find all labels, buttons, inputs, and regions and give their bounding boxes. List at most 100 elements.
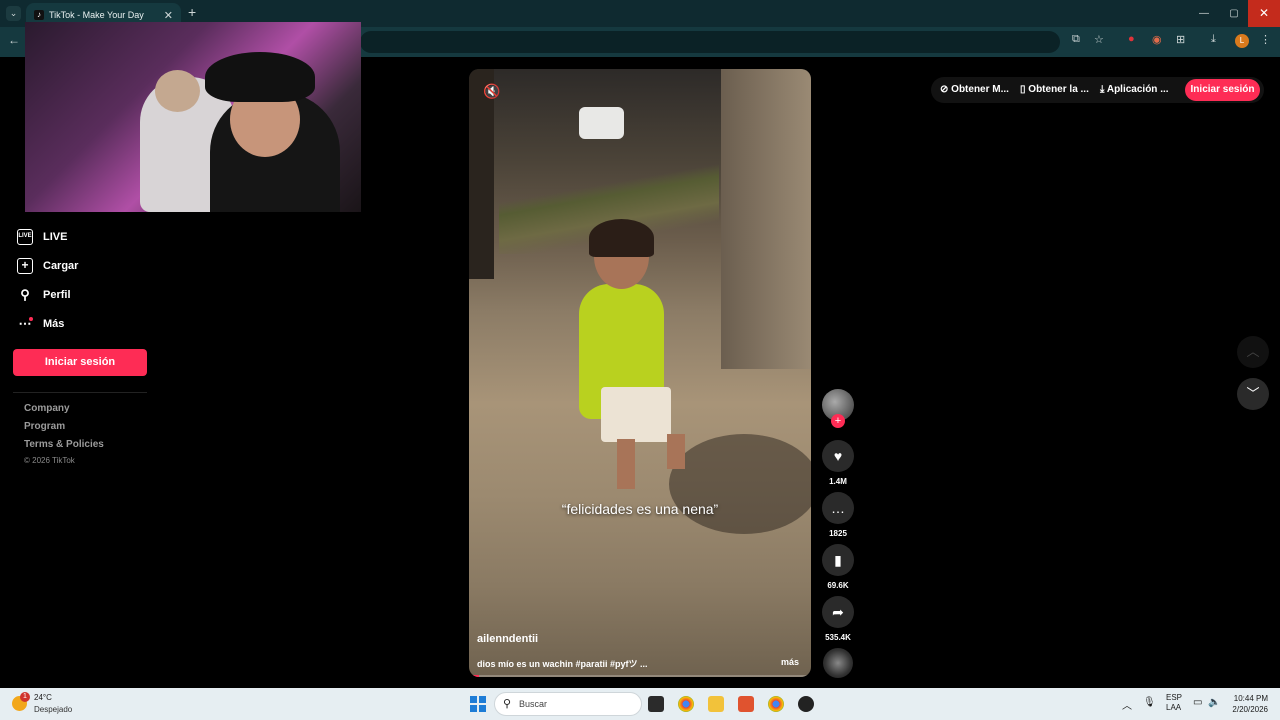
video-child-hair [589,219,654,257]
extensions-puzzle-icon[interactable]: ⊞ [1176,33,1185,46]
streamer-cap [205,52,315,102]
tray-overflow-icon[interactable]: ︿ [1122,697,1132,712]
video-caption-overlay: “felicidades es una nena” [561,501,719,517]
profile-avatar[interactable]: L [1235,34,1249,48]
comment-button[interactable]: … [822,492,854,524]
streamer-left-head [155,70,200,112]
get-app-button[interactable]: ▯ Obtener la ... [1020,84,1089,95]
sidebar-item-more[interactable]: ⋯ Más [17,314,65,334]
video-progress-fill [469,675,480,677]
volume-icon[interactable]: 🔈 [1208,697,1220,708]
weather-widget[interactable]: 1 24°C Despejado [12,692,92,716]
footer-link-company[interactable]: Company [24,403,70,414]
like-count: 1.4M [829,477,847,486]
share-arrow-icon: ➦ [832,604,844,620]
copyright-text: © 2026 TikTok [24,456,75,465]
minimize-button[interactable]: — [1188,0,1220,27]
chrome-profile-icon[interactable] [768,696,784,712]
desktop-app-button[interactable]: ⤓ Aplicación ... [1100,84,1169,95]
install-app-icon[interactable]: ⧉ [1072,33,1080,46]
previous-video-button[interactable]: ︿ [1237,336,1269,368]
sidebar-item-live[interactable]: LIVE LIVE [17,227,67,247]
webcam-overlay [25,22,361,212]
footer-link-terms[interactable]: Terms & Policies [24,439,104,450]
language-line2: LAA [1166,703,1182,712]
sidebar-divider [13,392,147,393]
bookmark-star-icon[interactable]: ☆ [1094,33,1104,46]
comment-icon: … [831,500,845,516]
like-button[interactable]: ♥ [822,440,854,472]
video-player[interactable]: 🔇 “felicidades es una nena” ailenndentii… [469,69,811,677]
get-coins-button[interactable]: ⊘ Obtener M... [940,84,1009,95]
extension-orange-icon[interactable]: ◉ [1152,33,1162,46]
video-more-link[interactable]: más [781,657,799,667]
video-scene-wall [721,69,811,369]
music-disc-icon[interactable] [823,648,853,678]
taskbar-search-label: Buscar [519,699,548,709]
video-scene-car [579,107,624,139]
heart-icon: ♥ [833,448,843,464]
taskbar-search[interactable]: ⚲ Buscar [494,692,642,716]
task-view-icon[interactable] [648,696,664,712]
sidebar-login-button[interactable]: Iniciar sesión [13,349,147,376]
sidebar-item-profile[interactable]: ⚲ Perfil [17,285,71,305]
get-coins-label: Obtener M... [951,84,1009,95]
tiktok-favicon-icon: ♪ [34,10,44,20]
system-clock[interactable]: 10:44 PM 2/20/2026 [1226,693,1268,715]
sidebar-item-label: Más [43,318,65,330]
live-icon: LIVE [17,229,33,245]
downloads-icon[interactable]: ⤓ [1211,33,1216,46]
video-author[interactable]: ailenndentii [477,633,538,645]
share-button[interactable]: ➦ [822,596,854,628]
window-close-button[interactable]: ✕ [1248,0,1280,27]
chevron-up-icon: ︿ [1246,344,1260,359]
phone-icon: ▯ [1020,84,1026,95]
sidebar-item-label: Perfil [43,289,71,301]
video-progress-bar[interactable] [469,675,811,677]
windows-start-icon[interactable] [470,696,486,712]
video-child-shorts [601,387,671,442]
chevron-down-icon: ﹀ [1246,386,1260,401]
desktop-app-label: Aplicación ... [1106,84,1169,95]
follow-plus-icon[interactable]: + [831,414,845,428]
share-count: 535.4K [825,633,851,642]
tab-title: TikTok - Make Your Day [49,10,144,20]
tab-list-button[interactable]: ⌄ [6,6,21,21]
restore-button[interactable]: ▢ [1218,0,1250,27]
extension-red-icon[interactable]: ● [1128,33,1135,45]
sidebar-item-label: LIVE [43,231,68,243]
app-orange-icon[interactable] [738,696,754,712]
tab-close-icon[interactable]: ✕ [164,9,173,22]
mute-icon[interactable]: 🔇 [483,83,500,100]
top-login-button[interactable]: Iniciar sesión [1185,79,1260,101]
video-scene-shadow [669,434,811,534]
download-icon: ⤓ [1100,84,1105,95]
sidebar-item-upload[interactable]: + Cargar [17,256,78,276]
browser-menu-icon[interactable]: ⋮ [1260,33,1271,46]
profile-icon: ⚲ [20,287,30,302]
language-indicator[interactable]: ESP LAA [1166,693,1182,713]
next-video-button[interactable]: ﹀ [1237,378,1269,410]
footer-link-program[interactable]: Program [24,421,65,432]
bookmark-icon: ▮ [834,552,842,568]
microphone-icon[interactable]: 🎙 [1143,697,1156,708]
address-bar[interactable] [360,31,1060,53]
chrome-icon[interactable] [678,696,694,712]
weather-badge: 1 [20,692,30,702]
back-button[interactable]: ← [8,33,20,47]
weather-temp: 24°C [34,693,52,702]
save-count: 69.6K [827,581,849,590]
video-description: dios mío es un wachin #paratii #pyfツ ... [477,659,648,669]
comment-count: 1825 [829,529,847,538]
upload-icon: + [17,258,33,274]
new-tab-button[interactable]: + [188,4,196,20]
coin-icon: ⊘ [940,84,949,95]
notification-dot [29,317,33,321]
save-button[interactable]: ▮ [822,544,854,576]
weather-condition: Despejado [34,705,73,714]
sidebar-item-label: Cargar [43,260,79,272]
network-icon[interactable]: ▭ [1193,697,1202,708]
app-dark-icon[interactable] [798,696,814,712]
clock-time: 10:44 PM [1233,694,1268,703]
file-explorer-icon[interactable] [708,696,724,712]
